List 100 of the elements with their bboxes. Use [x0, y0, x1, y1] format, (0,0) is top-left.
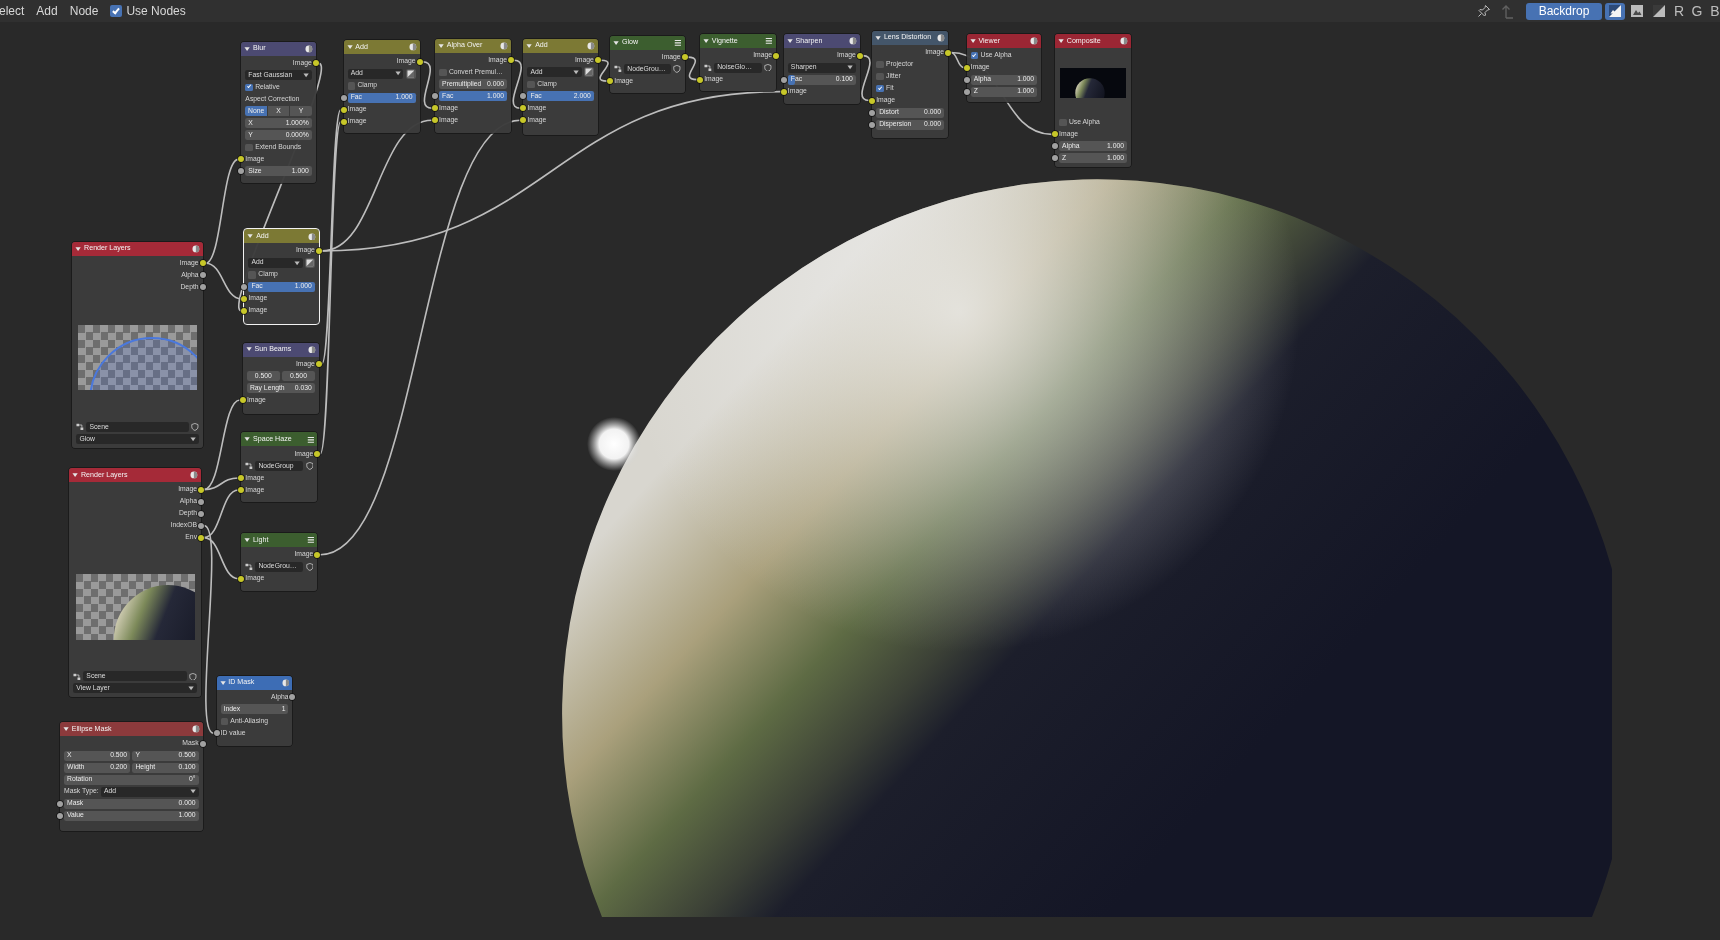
input-socket[interactable] [1052, 143, 1059, 150]
collapse-arrow-icon[interactable] [244, 436, 251, 443]
output-socket[interactable] [199, 272, 206, 279]
output-socket[interactable] [416, 58, 423, 65]
collapse-arrow-icon[interactable] [245, 346, 253, 353]
channel-button[interactable]: G [1689, 2, 1705, 20]
output-socket[interactable] [314, 551, 321, 558]
input-socket[interactable] [869, 121, 876, 128]
input-socket[interactable] [520, 105, 527, 112]
sphere-icon[interactable] [308, 232, 316, 241]
collapse-arrow-icon[interactable] [786, 38, 794, 45]
collapse-arrow-icon[interactable] [244, 45, 251, 52]
lines-icon[interactable] [306, 536, 315, 545]
collapse-arrow-icon[interactable] [219, 679, 226, 686]
input-socket[interactable] [963, 88, 970, 95]
output-socket[interactable] [198, 510, 205, 517]
sphere-icon[interactable] [587, 41, 595, 50]
input-socket[interactable] [238, 474, 245, 481]
sphere-icon[interactable] [937, 34, 946, 42]
input-socket[interactable] [340, 106, 347, 113]
sphere-icon[interactable] [308, 345, 316, 354]
backdrop-button[interactable]: Backdrop [1526, 2, 1602, 20]
collapse-arrow-icon[interactable] [1058, 38, 1065, 45]
checkbox[interactable] [245, 83, 253, 92]
lines-icon[interactable] [765, 37, 774, 45]
collapse-arrow-icon[interactable] [875, 34, 882, 42]
output-socket[interactable] [312, 60, 319, 67]
collapse-arrow-icon[interactable] [244, 537, 251, 544]
sphere-icon[interactable] [190, 471, 199, 479]
output-socket[interactable] [289, 694, 296, 701]
checkbox[interactable] [876, 72, 884, 81]
checkbox[interactable] [527, 80, 535, 88]
input-socket[interactable] [241, 283, 248, 290]
shield-icon[interactable] [305, 462, 314, 470]
node-link[interactable] [599, 59, 609, 82]
collapse-arrow-icon[interactable] [703, 38, 710, 45]
input-socket[interactable] [520, 93, 527, 100]
input-socket[interactable] [241, 307, 248, 314]
collapse-arrow-icon[interactable] [969, 38, 976, 45]
input-socket[interactable] [238, 156, 245, 163]
input-socket[interactable] [1052, 155, 1059, 162]
node-link[interactable] [686, 56, 698, 81]
output-socket[interactable] [315, 247, 322, 254]
output-socket[interactable] [315, 361, 322, 368]
menu-button[interactable]: elect [0, 2, 31, 20]
node-link[interactable] [203, 399, 241, 491]
output-socket[interactable] [198, 486, 205, 493]
checkbox[interactable] [439, 68, 447, 76]
input-socket[interactable] [520, 117, 527, 124]
sphere-icon[interactable] [191, 244, 200, 253]
input-socket[interactable] [340, 118, 347, 125]
checkbox[interactable] [1059, 118, 1067, 127]
node-link[interactable] [950, 51, 1053, 136]
icon-toggle-button[interactable] [405, 68, 416, 79]
node-link[interactable] [203, 489, 240, 539]
channel-button[interactable]: R [1671, 2, 1687, 20]
input-socket[interactable] [963, 76, 970, 83]
output-socket[interactable] [508, 57, 515, 64]
input-socket[interactable] [869, 109, 876, 116]
output-socket[interactable] [199, 740, 206, 747]
input-socket[interactable] [238, 168, 245, 175]
use-nodes-checkbox[interactable] [110, 5, 123, 17]
icon-toggle-button[interactable] [304, 257, 315, 268]
input-socket[interactable] [697, 76, 704, 83]
output-socket[interactable] [945, 49, 952, 56]
input-socket[interactable] [432, 105, 439, 112]
sphere-icon[interactable] [305, 44, 313, 53]
checkbox[interactable] [220, 717, 229, 726]
menu-button[interactable]: Add [30, 2, 64, 20]
shield-icon[interactable] [672, 65, 681, 73]
sphere-icon[interactable] [849, 37, 857, 45]
input-socket[interactable] [780, 76, 787, 83]
display-mode-button[interactable] [1605, 2, 1625, 20]
input-socket[interactable] [1052, 131, 1059, 138]
node-link[interactable] [319, 121, 342, 455]
collapse-arrow-icon[interactable] [72, 472, 79, 479]
channel-button[interactable]: B [1707, 2, 1720, 20]
output-socket[interactable] [199, 260, 206, 267]
input-socket[interactable] [241, 295, 248, 302]
sphere-icon[interactable] [281, 678, 290, 687]
input-socket[interactable] [869, 97, 876, 104]
sphere-icon[interactable] [1120, 37, 1129, 45]
node-link[interactable] [421, 61, 433, 110]
shield-icon[interactable] [189, 672, 198, 681]
sphere-icon[interactable] [408, 43, 417, 52]
collapse-arrow-icon[interactable] [247, 233, 254, 240]
collapse-arrow-icon[interactable] [63, 726, 70, 733]
node-link[interactable] [321, 90, 782, 252]
pin-icon[interactable] [1477, 4, 1491, 18]
icon-toggle-button[interactable] [583, 67, 594, 78]
output-socket[interactable] [681, 54, 688, 61]
input-socket[interactable] [432, 93, 439, 100]
output-socket[interactable] [314, 450, 321, 457]
collapse-arrow-icon[interactable] [346, 44, 353, 51]
shield-icon[interactable] [305, 562, 314, 571]
node-link[interactable] [861, 54, 871, 102]
output-socket[interactable] [856, 52, 863, 59]
sphere-icon[interactable] [500, 41, 509, 50]
node-link[interactable] [950, 51, 965, 69]
input-socket[interactable] [57, 800, 63, 807]
